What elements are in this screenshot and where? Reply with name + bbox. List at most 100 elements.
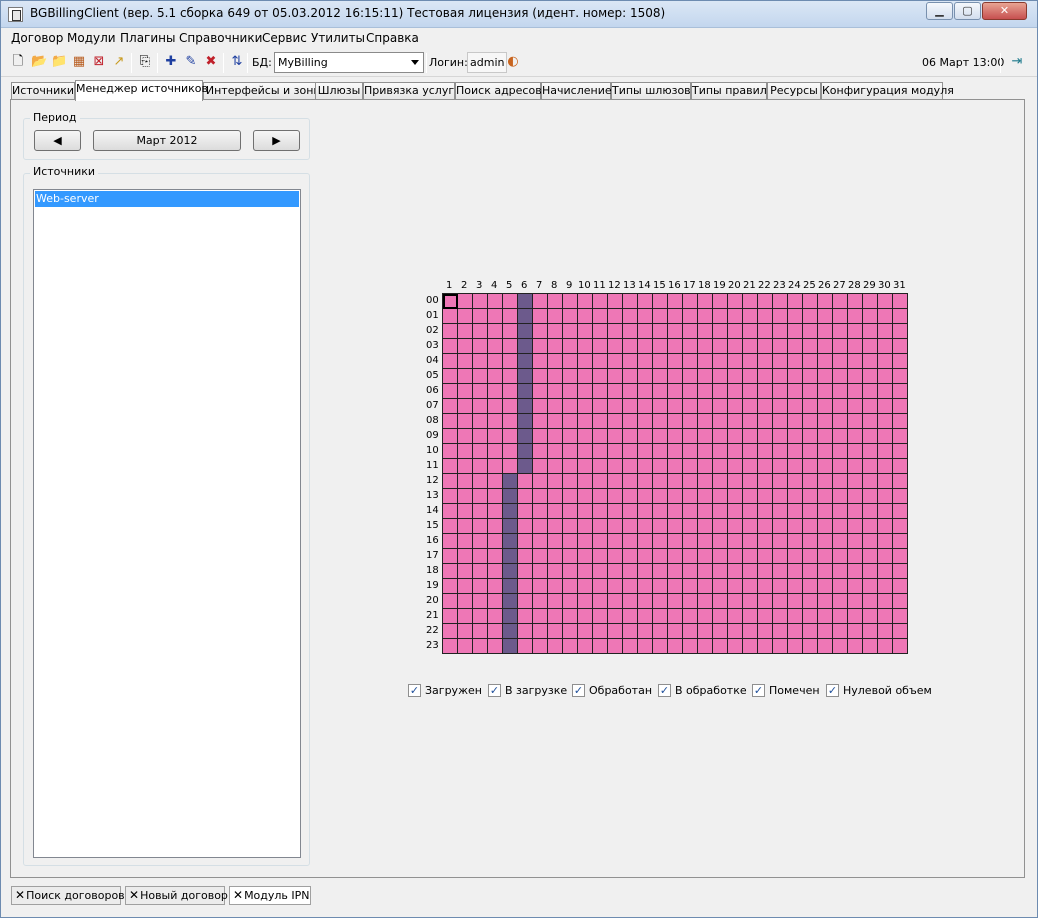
calendar-cell[interactable] (878, 399, 893, 414)
calendar-cell[interactable] (758, 459, 773, 474)
calendar-cell[interactable] (533, 579, 548, 594)
calendar-cell[interactable] (473, 369, 488, 384)
calendar-cell[interactable] (713, 354, 728, 369)
menu-utilities[interactable]: Утилиты (311, 31, 365, 45)
calendar-cell[interactable] (458, 429, 473, 444)
calendar-cell[interactable] (548, 519, 563, 534)
calendar-cell[interactable] (698, 384, 713, 399)
tab-gateways[interactable]: Шлюзы (315, 82, 363, 100)
calendar-cell[interactable] (878, 609, 893, 624)
calendar-cell[interactable] (893, 354, 908, 369)
calendar-cell[interactable] (773, 609, 788, 624)
calendar-cell[interactable] (443, 459, 458, 474)
calendar-cell[interactable] (443, 549, 458, 564)
calendar-cell[interactable] (773, 459, 788, 474)
calendar-cell[interactable] (668, 549, 683, 564)
calendar-cell[interactable] (683, 489, 698, 504)
calendar-cell[interactable] (473, 324, 488, 339)
calendar-cell[interactable] (518, 519, 533, 534)
calendar-cell[interactable] (593, 354, 608, 369)
calendar-cell[interactable] (518, 534, 533, 549)
calendar-cell[interactable] (458, 519, 473, 534)
calendar-cell[interactable] (533, 459, 548, 474)
calendar-cell[interactable] (488, 354, 503, 369)
calendar-cell[interactable] (608, 594, 623, 609)
calendar-cell[interactable] (503, 564, 518, 579)
table-icon[interactable]: ▦ (71, 54, 87, 70)
calendar-cell[interactable] (698, 489, 713, 504)
calendar-cell[interactable] (713, 414, 728, 429)
calendar-cell[interactable] (743, 594, 758, 609)
calendar-cell[interactable] (653, 339, 668, 354)
loading-checkbox[interactable]: ✓ (488, 684, 501, 697)
calendar-cell[interactable] (668, 624, 683, 639)
calendar-cell[interactable] (893, 459, 908, 474)
calendar-cell[interactable] (818, 429, 833, 444)
calendar-cell[interactable] (758, 519, 773, 534)
calendar-cell[interactable] (893, 474, 908, 489)
calendar-cell[interactable] (713, 339, 728, 354)
calendar-cell[interactable] (818, 504, 833, 519)
marked-checkbox[interactable]: ✓ (752, 684, 765, 697)
calendar-cell[interactable] (548, 474, 563, 489)
calendar-cell[interactable] (728, 294, 743, 309)
calendar-cell[interactable] (623, 504, 638, 519)
calendar-cell[interactable] (848, 639, 863, 654)
calendar-cell[interactable] (698, 324, 713, 339)
calendar-cell[interactable] (878, 579, 893, 594)
calendar-cell[interactable] (728, 549, 743, 564)
calendar-cell[interactable] (728, 429, 743, 444)
calendar-cell[interactable] (893, 594, 908, 609)
calendar-cell[interactable] (608, 504, 623, 519)
calendar-cell[interactable] (653, 549, 668, 564)
calendar-cell[interactable] (623, 564, 638, 579)
calendar-cell[interactable] (803, 384, 818, 399)
calendar-cell[interactable] (743, 309, 758, 324)
calendar-cell[interactable] (548, 504, 563, 519)
calendar-cell[interactable] (488, 564, 503, 579)
calendar-cell[interactable] (683, 339, 698, 354)
calendar-cell[interactable] (668, 534, 683, 549)
calendar-cell[interactable] (728, 624, 743, 639)
calendar-cell[interactable] (698, 414, 713, 429)
calendar-cell[interactable] (743, 624, 758, 639)
calendar-cell[interactable] (788, 414, 803, 429)
calendar-cell[interactable] (473, 624, 488, 639)
calendar-cell[interactable] (473, 309, 488, 324)
calendar-cell[interactable] (773, 369, 788, 384)
legend-loaded[interactable]: ✓ Загружен (408, 683, 482, 699)
calendar-cell[interactable] (728, 459, 743, 474)
calendar-cell[interactable] (518, 459, 533, 474)
calendar-cell[interactable] (803, 639, 818, 654)
calendar-cell[interactable] (803, 459, 818, 474)
calendar-cell[interactable] (743, 549, 758, 564)
tab-module-config[interactable]: Конфигурация модуля (821, 82, 954, 100)
calendar-cell[interactable] (593, 399, 608, 414)
calendar-cell[interactable] (878, 369, 893, 384)
calendar-cell[interactable] (743, 534, 758, 549)
calendar-cell[interactable] (878, 339, 893, 354)
calendar-cell[interactable] (443, 504, 458, 519)
calendar-cell[interactable] (473, 489, 488, 504)
calendar-cell[interactable] (863, 504, 878, 519)
calendar-cell[interactable] (608, 549, 623, 564)
calendar-cell[interactable] (533, 324, 548, 339)
calendar-cell[interactable] (788, 474, 803, 489)
calendar-cell[interactable] (608, 519, 623, 534)
calendar-cell[interactable] (488, 639, 503, 654)
calendar-cell[interactable] (863, 324, 878, 339)
calendar-cell[interactable] (473, 549, 488, 564)
calendar-cell[interactable] (503, 504, 518, 519)
calendar-cell[interactable] (878, 504, 893, 519)
calendar-cell[interactable] (578, 294, 593, 309)
calendar-cell[interactable] (623, 369, 638, 384)
calendar-cell[interactable] (488, 489, 503, 504)
calendar-cell[interactable] (713, 324, 728, 339)
calendar-cell[interactable] (623, 534, 638, 549)
calendar-cell[interactable] (653, 459, 668, 474)
open-contract-icon[interactable]: 📁 (51, 54, 67, 70)
calendar-cell[interactable] (653, 309, 668, 324)
calendar-cell[interactable] (458, 504, 473, 519)
calendar-cell[interactable] (818, 339, 833, 354)
calendar-cell[interactable] (743, 399, 758, 414)
